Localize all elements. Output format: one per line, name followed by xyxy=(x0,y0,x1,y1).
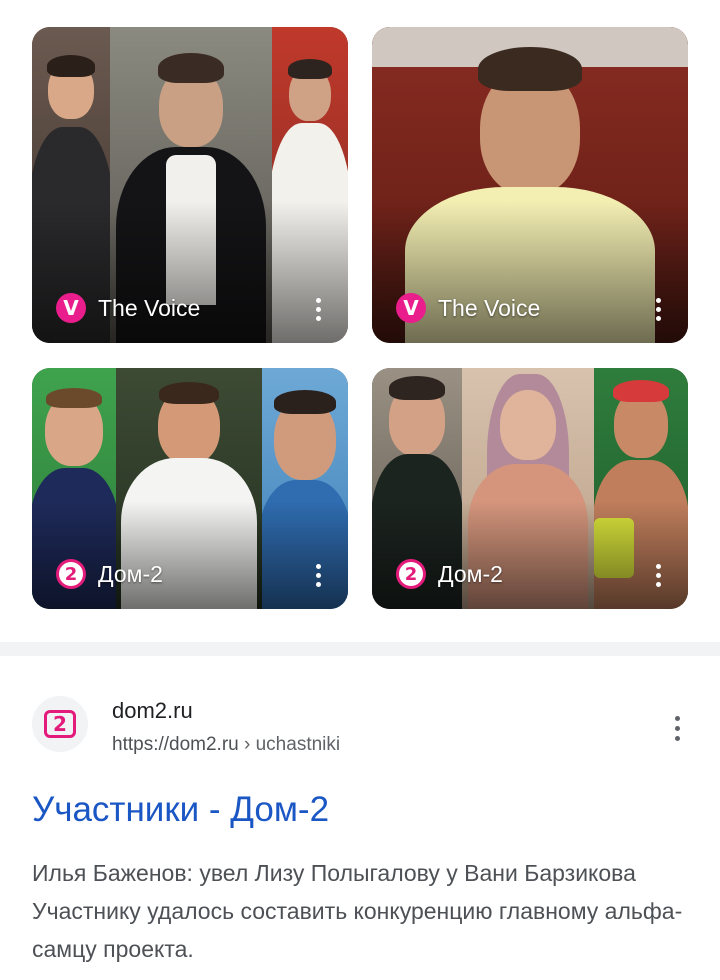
channel-badge-icon: 2 xyxy=(56,559,86,589)
card-title: The Voice xyxy=(438,294,541,321)
site-name[interactable]: dom2.ru xyxy=(112,698,193,724)
thumbnail-shade xyxy=(32,500,348,609)
channel-badge-icon: V xyxy=(396,293,426,323)
card-label: V The Voice xyxy=(396,293,540,323)
more-vert-icon[interactable] xyxy=(316,298,322,321)
more-vert-icon[interactable] xyxy=(656,564,662,587)
channel-badge-icon: 2 xyxy=(396,559,426,589)
result-snippet: Илья Баженов: увел Лизу Полыгалову у Ван… xyxy=(32,860,683,962)
video-card[interactable]: 2 Дом-2 xyxy=(32,368,348,609)
card-title: Дом-2 xyxy=(98,560,163,587)
more-vert-icon[interactable] xyxy=(656,298,662,321)
video-card[interactable]: V The Voice xyxy=(372,27,688,343)
url-path: › uchastniki xyxy=(238,734,341,755)
url-base: https://dom2.ru xyxy=(112,734,239,755)
card-title: Дом-2 xyxy=(438,560,503,587)
video-card[interactable]: 2 Дом-2 xyxy=(372,368,688,609)
channel-badge-icon: V xyxy=(56,293,86,323)
site-url[interactable]: https://dom2.ru › uchastniki xyxy=(112,734,340,756)
card-label: V The Voice xyxy=(56,293,200,323)
card-label: 2 Дом-2 xyxy=(396,559,503,589)
card-title: The Voice xyxy=(98,294,201,321)
thumbnail-shade xyxy=(372,500,688,609)
video-results-grid: V The Voice V The Voice 2 Дом-2 2 Дом-2 xyxy=(32,27,688,609)
result-title-link[interactable]: Участники - Дом-2 xyxy=(32,790,329,830)
more-vert-icon[interactable] xyxy=(675,716,680,741)
favicon-mark: 2 xyxy=(44,710,76,738)
site-favicon-icon[interactable]: 2 xyxy=(32,696,88,752)
more-vert-icon[interactable] xyxy=(316,564,322,587)
section-divider xyxy=(0,642,720,656)
video-card[interactable]: V The Voice xyxy=(32,27,348,343)
card-label: 2 Дом-2 xyxy=(56,559,163,589)
